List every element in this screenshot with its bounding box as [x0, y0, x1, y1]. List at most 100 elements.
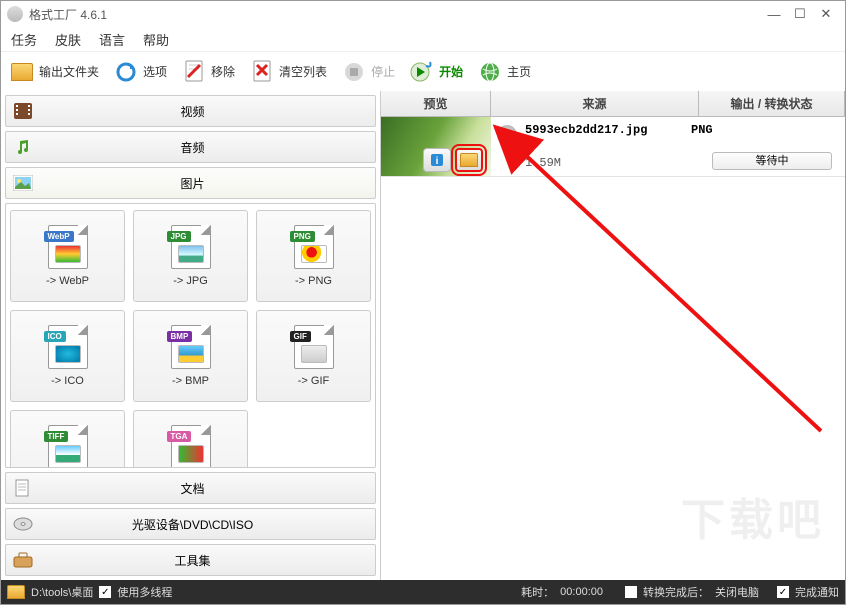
format-tile-label: -> GIF — [298, 375, 329, 387]
category-video[interactable]: 视频 — [5, 95, 376, 127]
menu-skin[interactable]: 皮肤 — [55, 30, 81, 49]
elapsed-value: 00:00:00 — [560, 586, 603, 598]
image-icon — [12, 172, 34, 194]
window-title: 格式工厂 4.6.1 — [29, 6, 107, 23]
format-tile-label: -> PNG — [295, 275, 332, 287]
category-picture[interactable]: 图片 — [5, 167, 376, 199]
file-type-icon: TIFF — [48, 425, 88, 468]
category-picture-label: 图片 — [40, 175, 345, 192]
output-folder-button[interactable]: 输出文件夹 — [9, 59, 99, 85]
format-tile-label: -> ICO — [51, 375, 84, 387]
file-size: 1.59M — [525, 156, 561, 170]
after-label: 转换完成后： — [643, 584, 709, 600]
col-source[interactable]: 来源 — [491, 91, 699, 116]
disc-icon — [12, 513, 34, 535]
target-format: PNG — [691, 123, 713, 137]
row-status-cell: 等待中 — [699, 117, 845, 176]
music-icon — [12, 136, 34, 158]
toolbox-icon — [12, 549, 34, 571]
toolbar: 输出文件夹 选项 移除 清空列表 停止 开始 主页 — [1, 51, 845, 91]
category-audio-label: 音频 — [40, 139, 345, 156]
output-folder-label: 输出文件夹 — [39, 63, 99, 80]
category-video-label: 视频 — [40, 103, 345, 120]
menu-task[interactable]: 任务 — [11, 30, 37, 49]
format-tile-tga[interactable]: TGA-> TGA — [133, 410, 248, 468]
file-type-icon: GIF — [294, 325, 334, 369]
clear-label: 清空列表 — [279, 63, 327, 80]
maximize-button[interactable]: ☐ — [787, 4, 813, 24]
folder-icon — [460, 153, 478, 167]
format-tile-label: -> WebP — [46, 275, 89, 287]
multithread-label: 使用多线程 — [117, 584, 172, 600]
svg-text:i: i — [436, 156, 439, 167]
after-checkbox[interactable]: · — [625, 586, 637, 598]
status-chip: 等待中 — [712, 152, 832, 170]
options-label: 选项 — [143, 63, 167, 80]
col-status[interactable]: 输出 / 转换状态 — [699, 91, 845, 116]
format-tile-bmp[interactable]: BMP -> BMP — [133, 310, 248, 402]
menu-lang[interactable]: 语言 — [99, 30, 125, 49]
elapsed-label: 耗时： — [521, 584, 554, 600]
format-tile-png[interactable]: PNG -> PNG — [256, 210, 371, 302]
row-open-folder-button[interactable] — [455, 148, 483, 172]
minimize-button[interactable]: — — [761, 4, 787, 24]
file-type-icon: BMP — [171, 325, 211, 369]
remove-button[interactable]: 移除 — [181, 59, 235, 85]
category-document-label: 文档 — [40, 480, 345, 497]
folder-icon[interactable] — [7, 585, 25, 599]
statusbar: D:\tools\桌面 ✓ 使用多线程 耗时： 00:00:00 · 转换完成后… — [1, 580, 845, 604]
clear-button[interactable]: 清空列表 — [249, 59, 327, 85]
gear-icon — [497, 125, 517, 145]
start-label: 开始 — [439, 63, 463, 80]
format-tile-tiff[interactable]: TIFF-> TIF — [10, 410, 125, 468]
file-name: 5993ecb2dd217.jpg — [525, 123, 647, 137]
gear-refresh-icon — [113, 59, 139, 85]
right-panel: 预览 来源 输出 / 转换状态 i 5993ecb2dd217.jpg PNG — [381, 91, 845, 580]
format-tile-gif[interactable]: GIF -> GIF — [256, 310, 371, 402]
home-label: 主页 — [507, 63, 531, 80]
start-button[interactable]: 开始 — [409, 59, 463, 85]
file-type-icon: WebP — [48, 225, 88, 269]
category-audio[interactable]: 音频 — [5, 131, 376, 163]
options-button[interactable]: 选项 — [113, 59, 167, 85]
watermark: 下载吧 — [681, 484, 825, 548]
document-icon — [12, 477, 34, 499]
category-optical[interactable]: 光驱设备\DVD\CD\ISO — [5, 508, 376, 540]
menubar: 任务 皮肤 语言 帮助 — [1, 27, 845, 51]
notify-checkbox[interactable]: ✓ — [777, 586, 789, 598]
file-type-icon: ICO — [48, 325, 88, 369]
stop-button[interactable]: 停止 — [341, 59, 395, 85]
format-tile-jpg[interactable]: JPG -> JPG — [133, 210, 248, 302]
film-icon — [12, 100, 34, 122]
category-toolkit-label: 工具集 — [40, 552, 345, 569]
play-icon — [409, 59, 435, 85]
format-tile-ico[interactable]: ICO -> ICO — [10, 310, 125, 402]
globe-icon — [477, 59, 503, 85]
col-preview[interactable]: 预览 — [381, 91, 491, 116]
output-path[interactable]: D:\tools\桌面 — [31, 584, 93, 600]
category-document[interactable]: 文档 — [5, 472, 376, 504]
format-tile-label: -> JPG — [173, 275, 208, 287]
remove-label: 移除 — [211, 63, 235, 80]
folder-icon — [9, 59, 35, 85]
after-value[interactable]: 关闭电脑 — [715, 584, 759, 600]
category-optical-label: 光驱设备\DVD\CD\ISO — [40, 516, 345, 533]
row-source-cell: 5993ecb2dd217.jpg PNG 1.59M — [491, 117, 699, 176]
conversion-row[interactable]: i 5993ecb2dd217.jpg PNG 1.59M 等待中 — [381, 117, 845, 177]
format-tile-webp[interactable]: WebP -> WebP — [10, 210, 125, 302]
format-tile-label: -> BMP — [172, 375, 209, 387]
notify-label: 完成通知 — [795, 584, 839, 600]
file-type-icon: PNG — [294, 225, 334, 269]
close-button[interactable]: ✕ — [813, 4, 839, 24]
row-info-button[interactable]: i — [423, 148, 451, 172]
main: 视频 音频 图片 WebP -> WebP JPG -> JPG PNG -> PNG IC… — [1, 91, 845, 580]
conversion-header: 预览 来源 输出 / 转换状态 — [381, 91, 845, 117]
preview-thumbnail[interactable]: i — [381, 117, 491, 176]
category-toolkit[interactable]: 工具集 — [5, 544, 376, 576]
stop-icon — [341, 59, 367, 85]
menu-help[interactable]: 帮助 — [143, 30, 169, 49]
home-button[interactable]: 主页 — [477, 59, 531, 85]
file-type-icon: JPG — [171, 225, 211, 269]
multithread-checkbox[interactable]: ✓ — [99, 586, 111, 598]
stop-label: 停止 — [371, 63, 395, 80]
